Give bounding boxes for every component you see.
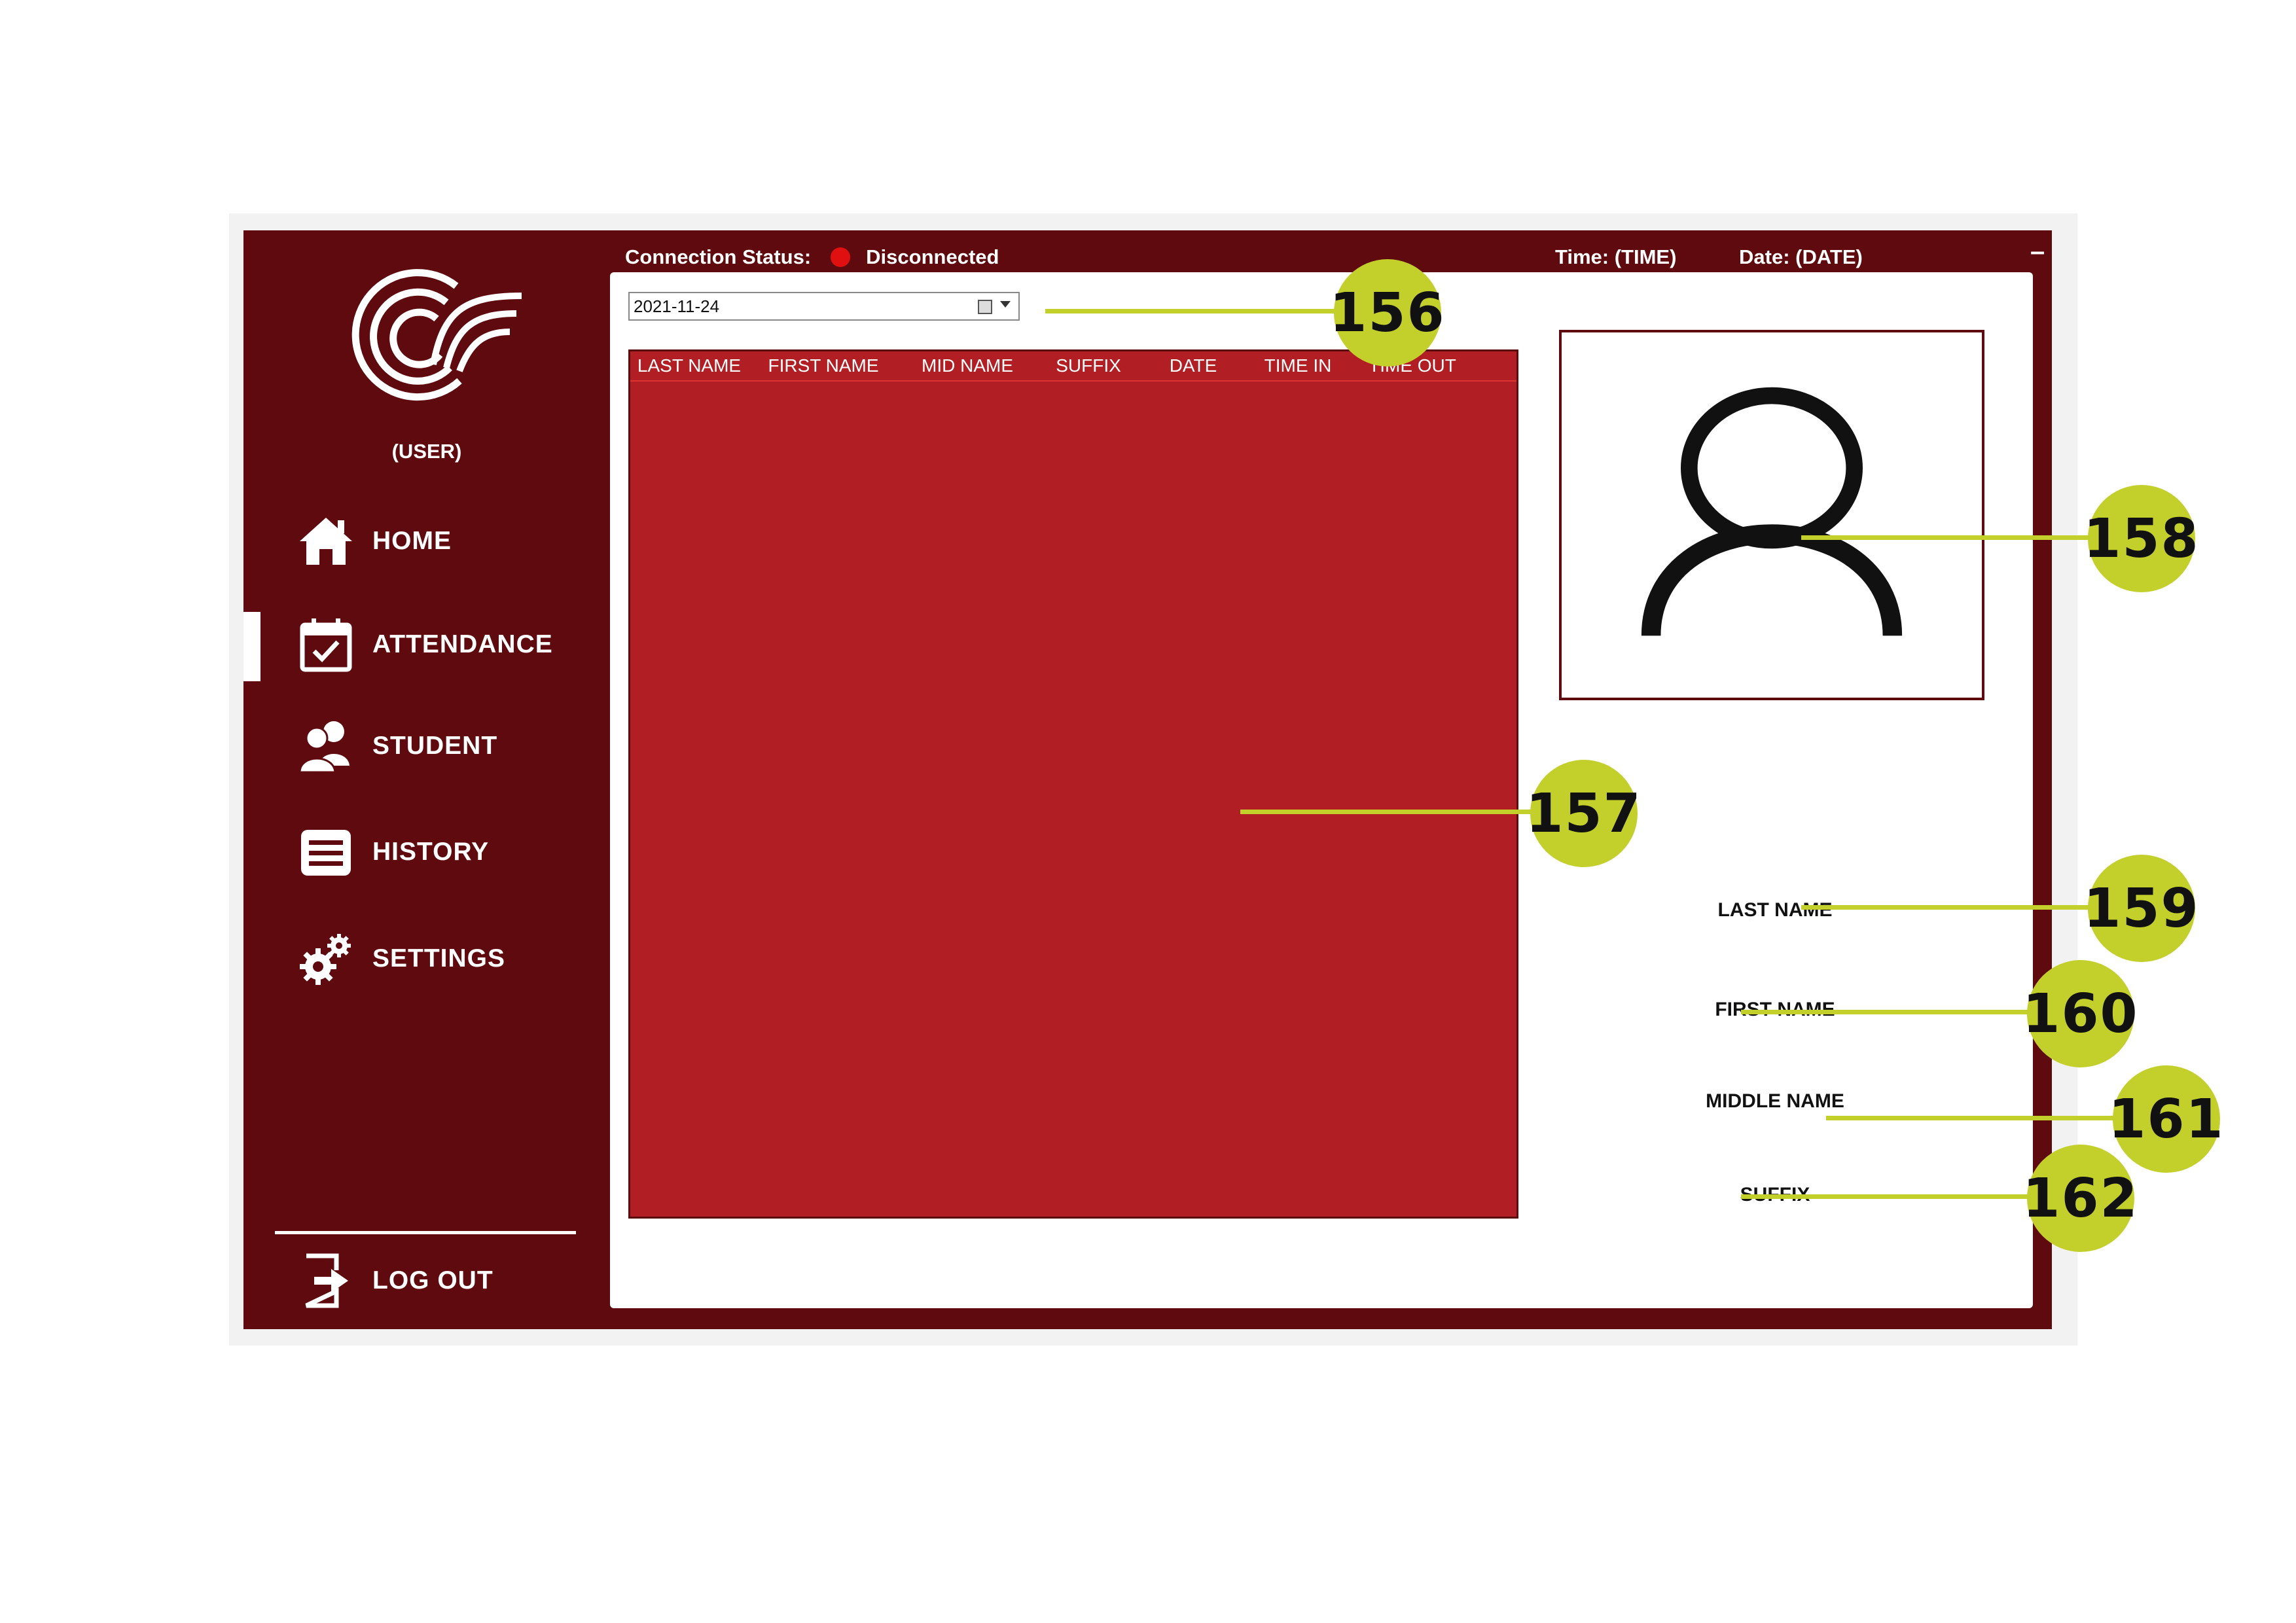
- callout-line-160: [1741, 1010, 2036, 1014]
- middle-name-label: MIDDLE NAME: [1706, 1090, 1844, 1112]
- app-logo: [351, 269, 522, 401]
- nav-attendance-label: ATTENDANCE: [372, 630, 553, 658]
- user-avatar-icon: [1641, 387, 1903, 636]
- chevron-down-icon[interactable]: [1000, 301, 1011, 308]
- home-icon: [300, 518, 352, 565]
- app-window: (USER) HOME ATTENDANCE STUDENT HISTORY S…: [243, 230, 2052, 1329]
- logout-icon: [305, 1253, 348, 1308]
- callout-162: 162: [2022, 1145, 2138, 1252]
- callout-line-157: [1240, 810, 1539, 814]
- nav-history-label: HISTORY: [372, 838, 490, 866]
- callout-line-156: [1045, 309, 1340, 313]
- status-dot-icon: [831, 247, 851, 267]
- callout-line-162: [1741, 1194, 2036, 1199]
- calendar-icon[interactable]: [978, 300, 992, 314]
- list-icon: [301, 830, 351, 876]
- connection-value: Disconnected: [866, 245, 999, 268]
- nav-history[interactable]: HISTORY: [243, 816, 610, 888]
- nav-home[interactable]: HOME: [243, 505, 610, 577]
- column-header[interactable]: TIME IN: [1246, 351, 1350, 380]
- date-picker-value: 2021-11-24: [634, 296, 720, 316]
- connection-status: Connection Status: Disconnected: [625, 241, 999, 274]
- column-header[interactable]: MID NAME: [899, 351, 1036, 380]
- logout-label: LOG OUT: [372, 1266, 493, 1294]
- date-display: Date: (DATE): [1739, 245, 1863, 268]
- callout-line-158: [1801, 535, 2096, 540]
- callout-157: 157: [1526, 760, 1641, 867]
- callout-161: 161: [2108, 1065, 2223, 1173]
- attendance-panel: 2021-11-24 LAST NAME FIRST NAME MID NAME…: [610, 272, 2033, 1308]
- nav-attendance[interactable]: ATTENDANCE: [243, 609, 610, 681]
- student-photo: [1559, 330, 1984, 700]
- time-display: Time: (TIME): [1555, 245, 1677, 268]
- column-header[interactable]: SUFFIX: [1036, 351, 1141, 380]
- sidebar: (USER) HOME ATTENDANCE STUDENT HISTORY S…: [243, 230, 610, 1329]
- column-header[interactable]: DATE: [1141, 351, 1246, 380]
- nav-student[interactable]: STUDENT: [243, 710, 610, 782]
- nav-student-label: STUDENT: [372, 732, 498, 760]
- students-icon: [298, 721, 350, 774]
- callout-158: 158: [2083, 485, 2198, 592]
- minimize-button[interactable]: –: [2030, 237, 2045, 266]
- calendar-check-icon: [300, 618, 352, 672]
- callout-line-159: [1801, 905, 2096, 910]
- active-indicator: [243, 612, 260, 681]
- gears-icon: [300, 934, 351, 985]
- connection-label: Connection Status:: [625, 245, 812, 268]
- column-header[interactable]: LAST NAME: [630, 351, 748, 380]
- nav-settings[interactable]: SETTINGS: [243, 923, 610, 995]
- callout-159: 159: [2083, 855, 2198, 962]
- column-header[interactable]: FIRST NAME: [748, 351, 899, 380]
- attendance-table[interactable]: LAST NAME FIRST NAME MID NAME SUFFIX DAT…: [628, 349, 1518, 1219]
- sidebar-divider: [275, 1231, 576, 1234]
- nav-settings-label: SETTINGS: [372, 944, 506, 972]
- callout-156: 156: [1329, 259, 1444, 366]
- last-name-label: LAST NAME: [1717, 899, 1833, 921]
- callout-160: 160: [2022, 960, 2138, 1067]
- nav-home-label: HOME: [372, 527, 452, 555]
- date-picker[interactable]: 2021-11-24: [628, 292, 1020, 321]
- logout-button[interactable]: LOG OUT: [243, 1245, 610, 1317]
- callout-line-161: [1826, 1116, 2121, 1120]
- user-name: (USER): [391, 440, 462, 463]
